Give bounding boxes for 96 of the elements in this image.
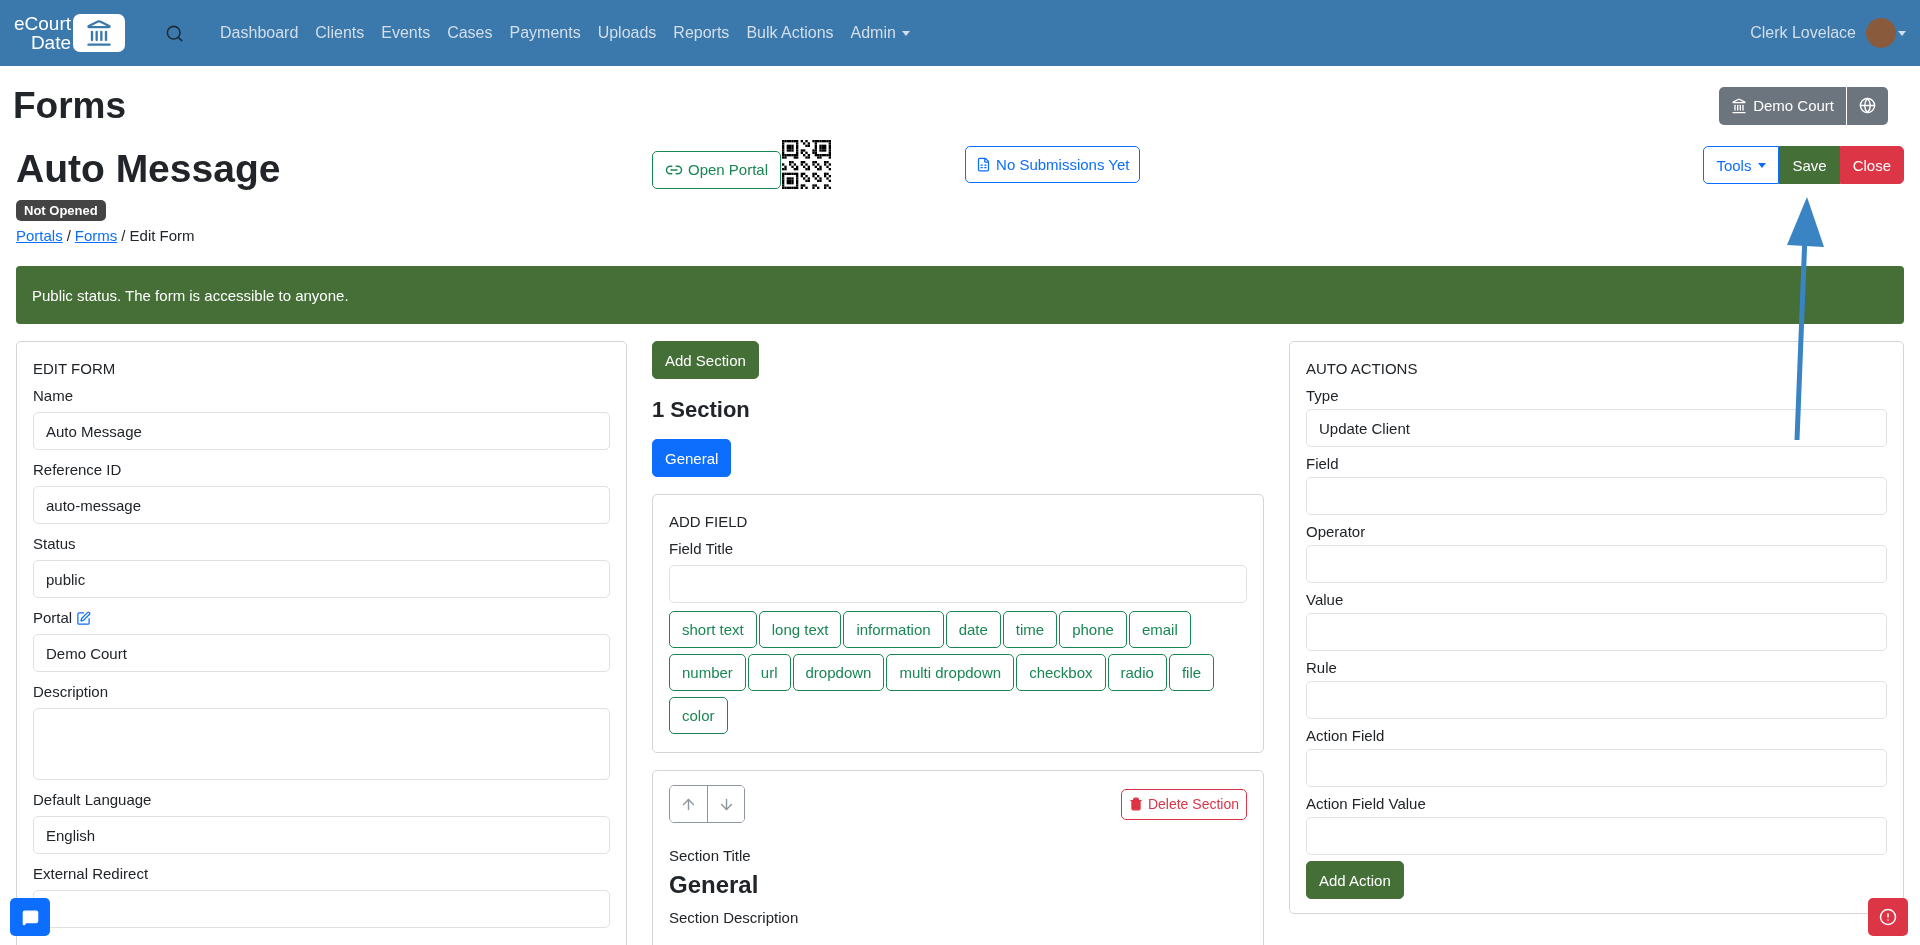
field-type-button[interactable]: checkbox [1016, 654, 1106, 691]
field-type-button[interactable]: short text [669, 611, 757, 648]
alert-icon [1879, 908, 1897, 926]
field-type-button[interactable]: long text [758, 611, 842, 648]
alert-button[interactable] [1868, 898, 1908, 936]
input-field[interactable] [1306, 817, 1887, 855]
field-type-button[interactable]: email [1128, 611, 1191, 648]
field-label: Default Language [33, 790, 152, 810]
field-label: Type [1306, 386, 1340, 406]
field-label: Field Title [669, 539, 735, 559]
court-button[interactable]: Demo Court [1719, 86, 1846, 125]
input-field[interactable] [1306, 749, 1887, 787]
nav-link[interactable]: Payments [509, 24, 581, 42]
delete-section-button[interactable]: Delete Section [1120, 788, 1247, 820]
input-field[interactable] [33, 890, 610, 928]
nav-link[interactable]: Dashboard [220, 24, 299, 42]
field-label: Operator [1306, 522, 1367, 542]
card-heading: AUTO ACTIONS [1306, 360, 1419, 377]
field-type-button[interactable]: url [747, 654, 791, 691]
status-badge: Not Opened [16, 200, 106, 221]
open-portal-button[interactable]: Open Portal [652, 150, 782, 189]
nav-link[interactable]: Reports [673, 24, 730, 42]
field-label: External Redirect [33, 864, 149, 884]
section-tab[interactable]: General [652, 439, 732, 477]
qr-code-icon [782, 140, 832, 189]
nav-link[interactable]: Uploads [597, 24, 657, 42]
status-alert: Public status. The form is accessible to anyone. [16, 266, 1904, 324]
field-label: Action Field [1306, 726, 1386, 746]
field-label: Name [33, 386, 73, 406]
input-field[interactable] [1306, 681, 1887, 719]
user-name[interactable]: Clerk Lovelace [1750, 24, 1856, 42]
text-area[interactable] [33, 708, 610, 780]
input-field[interactable]: Demo Court [33, 634, 610, 672]
breadcrumb-link[interactable]: Portals [16, 227, 63, 244]
breadcrumb-separator: / [121, 227, 126, 244]
field-label: Status [33, 534, 76, 554]
input-field[interactable]: auto-message [33, 486, 610, 524]
field-type-button[interactable]: dropdown [792, 654, 885, 691]
add-section-button[interactable]: Add Section [652, 341, 759, 379]
document-icon [976, 157, 992, 172]
search-icon[interactable] [165, 23, 185, 43]
globe-button[interactable] [1847, 86, 1888, 125]
page-title: Forms [13, 84, 127, 128]
caret-icon[interactable] [1898, 30, 1906, 36]
input-field[interactable]: English [33, 816, 610, 854]
field-label: Reference ID [33, 460, 122, 480]
input-field[interactable] [1306, 613, 1887, 651]
breadcrumb-current: Edit Form [129, 227, 195, 244]
submissions-button[interactable]: No Submissions Yet [965, 146, 1141, 183]
field-type-button[interactable]: radio [1107, 654, 1167, 691]
trash-icon [1128, 797, 1143, 811]
help-chat-button[interactable] [10, 898, 50, 936]
globe-icon [1859, 97, 1876, 114]
nav-link[interactable]: Bulk Actions [746, 24, 834, 42]
field-label: Value [1306, 590, 1345, 610]
input-field[interactable]: Auto Message [33, 412, 610, 450]
nav-link[interactable]: Admin [850, 24, 910, 42]
field-type-button[interactable]: number [669, 654, 746, 691]
field-type-button[interactable]: file [1168, 654, 1215, 691]
input-field[interactable] [669, 565, 1247, 603]
logo[interactable]: eCourt Date [14, 14, 126, 52]
field-label: Section Title [669, 846, 752, 866]
save-button[interactable]: Save [1779, 146, 1840, 184]
field-label: Rule [1306, 658, 1338, 678]
field-label: Description [33, 682, 109, 702]
tools-dropdown[interactable]: Tools [1703, 146, 1780, 184]
input-field[interactable] [1306, 477, 1887, 515]
card-heading: EDIT FORM [33, 360, 117, 377]
field-label: Portal [33, 608, 73, 628]
field-type-button[interactable]: date [945, 611, 1001, 648]
section-count: 1 Section [652, 397, 751, 423]
chat-icon [21, 908, 39, 926]
move-down-button[interactable] [707, 786, 744, 822]
field-label: Section Description [669, 908, 800, 928]
field-type-button[interactable]: time [1002, 611, 1058, 648]
section-title: General [669, 871, 760, 899]
input-field[interactable]: Update Client [1306, 409, 1887, 447]
close-button[interactable]: Close [1839, 146, 1904, 184]
input-field[interactable]: public [33, 560, 610, 598]
field-type-button[interactable]: color [669, 697, 728, 734]
edit-icon[interactable] [76, 610, 92, 626]
field-type-button[interactable]: phone [1059, 611, 1127, 648]
add-action-button[interactable]: Add Action [1306, 861, 1404, 899]
field-label: Field [1306, 454, 1340, 474]
card-heading: ADD FIELD [669, 513, 749, 530]
nav-link[interactable]: Events [381, 24, 431, 42]
form-title: Auto Message [16, 146, 282, 192]
field-type-button[interactable]: information [843, 611, 944, 648]
building-icon [1731, 97, 1748, 114]
field-type-button[interactable]: multi dropdown [886, 654, 1015, 691]
field-label: Action Field Value [1306, 794, 1427, 814]
nav-link[interactable]: Cases [447, 24, 493, 42]
nav-link[interactable]: Clients [315, 24, 365, 42]
breadcrumb-link[interactable]: Forms [74, 227, 118, 244]
input-field[interactable] [1306, 545, 1887, 583]
breadcrumb-separator: / [66, 227, 71, 244]
